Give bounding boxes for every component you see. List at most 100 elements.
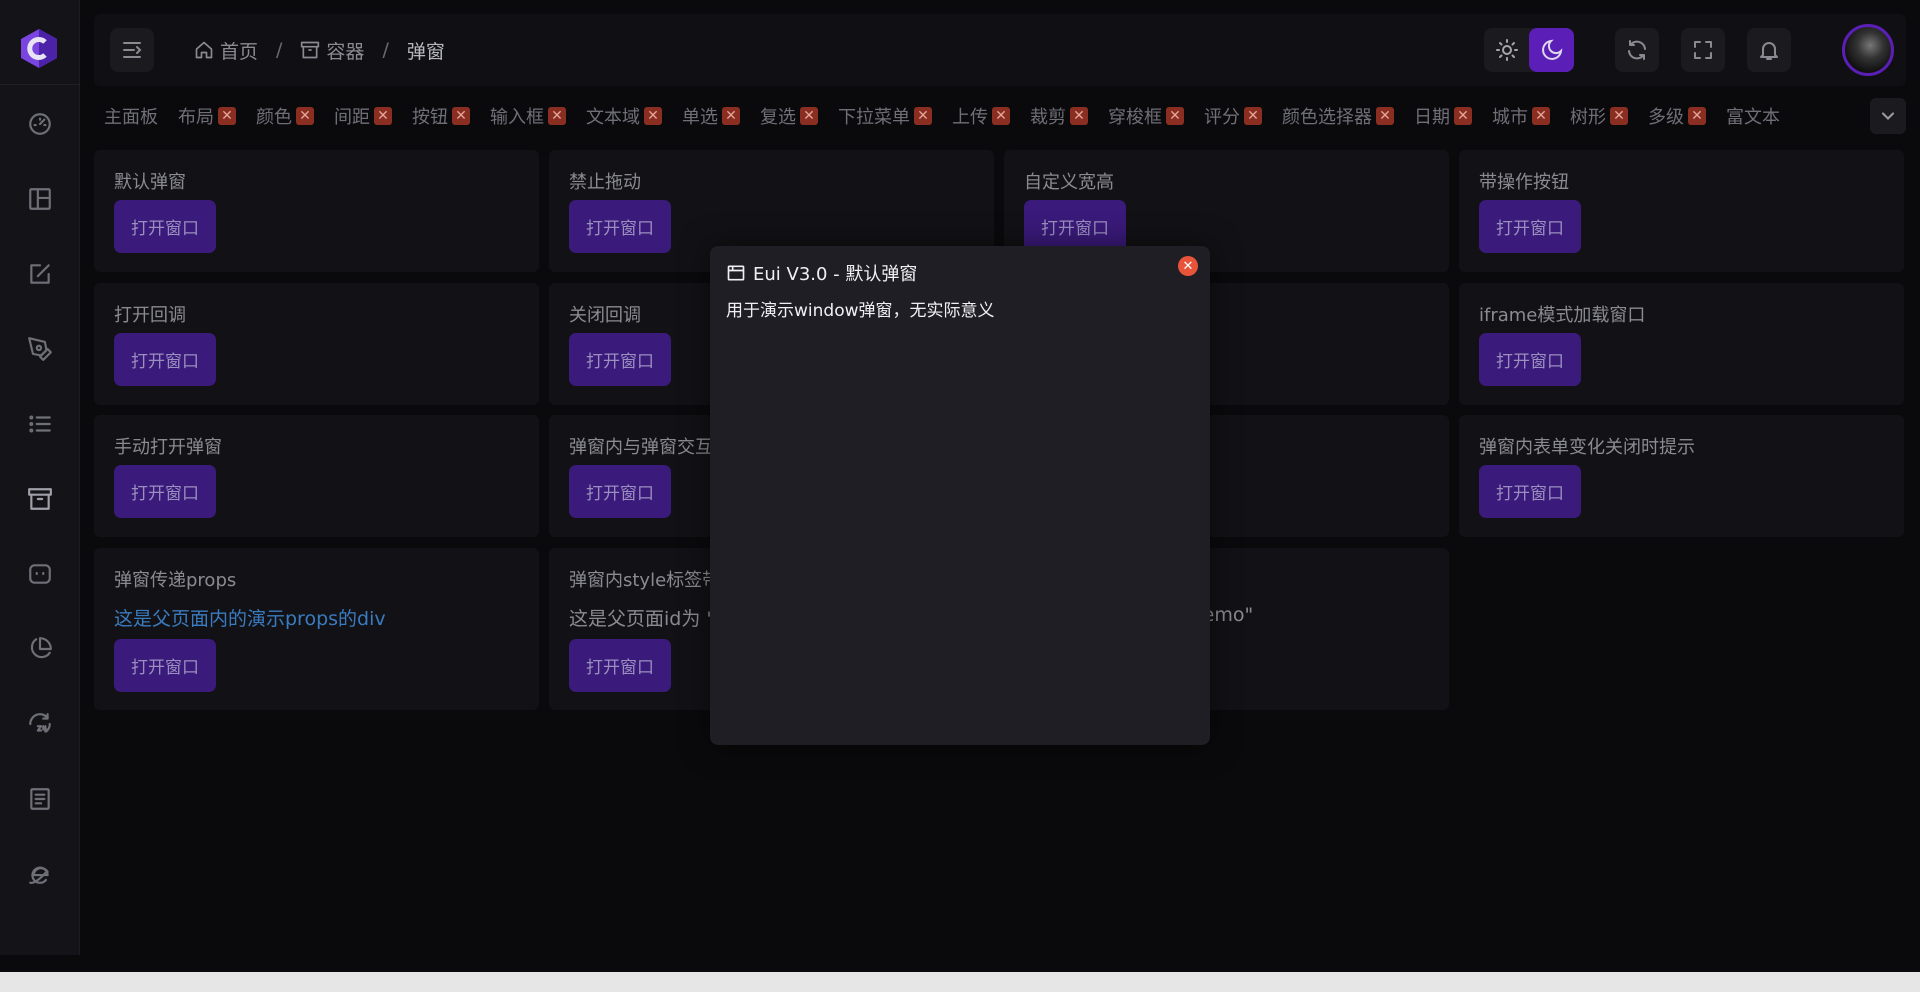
app-logo[interactable] <box>18 27 60 69</box>
open-window-button[interactable]: 打开窗口 <box>569 200 671 253</box>
dark-theme-button[interactable] <box>1529 28 1574 72</box>
tab-tree[interactable]: 树形 ✕ <box>1560 96 1638 136</box>
fullscreen-button[interactable] <box>1681 28 1725 72</box>
tab-date[interactable]: 日期 ✕ <box>1404 96 1482 136</box>
theme-toggle[interactable] <box>1484 28 1574 72</box>
page-tabs: 主面板 布局 ✕ 颜色 ✕ 间距 ✕ 按钮 ✕ 输入框 ✕ 文本域 ✕ 单选 ✕ 复选 ✕ 下拉… <box>94 96 1906 136</box>
sidebar-divider <box>0 84 80 85</box>
modal-close-button[interactable]: ✕ <box>1178 256 1198 276</box>
tab-close-icon[interactable]: ✕ <box>1166 107 1184 125</box>
ie-browser-icon[interactable] <box>26 860 54 888</box>
tab-upload[interactable]: 上传 ✕ <box>942 96 1020 136</box>
tab-close-icon[interactable]: ✕ <box>452 107 470 125</box>
open-window-button[interactable]: 打开窗口 <box>114 639 216 692</box>
card-title: 关闭回调 <box>569 305 641 326</box>
open-window-button[interactable]: 打开窗口 <box>569 333 671 386</box>
archive-icon[interactable] <box>26 485 54 513</box>
tab-close-icon[interactable]: ✕ <box>296 107 314 125</box>
tab-city[interactable]: 城市 ✕ <box>1482 96 1560 136</box>
chevron-down-icon <box>1881 112 1895 120</box>
breadcrumb-current: 弹窗 <box>407 37 445 64</box>
sidebar-collapse-button[interactable] <box>110 28 154 72</box>
tab-button[interactable]: 按钮 ✕ <box>402 96 480 136</box>
fullscreen-icon <box>1694 41 1712 59</box>
tab-cascader[interactable]: 多级 ✕ <box>1638 96 1716 136</box>
open-window-button[interactable]: 打开窗口 <box>114 465 216 518</box>
card-manual-open: 手动打开弹窗 打开窗口 <box>94 415 539 537</box>
tab-close-icon[interactable]: ✕ <box>800 107 818 125</box>
open-window-button[interactable]: 打开窗口 <box>114 200 216 253</box>
pen-tool-icon[interactable] <box>26 335 54 363</box>
tab-label: 复选 <box>760 107 796 128</box>
pie-chart-icon[interactable] <box>26 635 54 663</box>
tab-close-icon[interactable]: ✕ <box>722 107 740 125</box>
card-title: 弹窗内style标签带 <box>569 570 721 591</box>
sidebar <box>0 0 80 955</box>
tab-close-icon[interactable]: ✕ <box>548 107 566 125</box>
open-window-button[interactable]: 打开窗口 <box>569 639 671 692</box>
tab-input[interactable]: 输入框 ✕ <box>480 96 576 136</box>
open-window-button[interactable]: 打开窗口 <box>569 465 671 518</box>
tab-close-icon[interactable]: ✕ <box>644 107 662 125</box>
tab-label: 主面板 <box>104 107 158 128</box>
tab-rate[interactable]: 评分 ✕ <box>1194 96 1272 136</box>
tab-close-icon[interactable]: ✕ <box>1532 107 1550 125</box>
tab-dropdown[interactable]: 下拉菜单 ✕ <box>828 96 942 136</box>
tabs-more-button[interactable] <box>1870 98 1906 134</box>
card-pass-props: 弹窗传递props 这是父页面内的演示props的div 打开窗口 <box>94 548 539 710</box>
open-window-button[interactable]: 打开窗口 <box>1479 333 1581 386</box>
style-demo-text: 这是父页面id为 "c <box>569 608 726 630</box>
tab-close-icon[interactable]: ✕ <box>1454 107 1472 125</box>
tab-label: 富文本 <box>1726 107 1780 128</box>
tab-close-icon[interactable]: ✕ <box>1244 107 1262 125</box>
tab-checkbox[interactable]: 复选 ✕ <box>750 96 828 136</box>
notifications-button[interactable] <box>1747 28 1791 72</box>
card-title: 打开回调 <box>114 305 186 326</box>
tab-textarea[interactable]: 文本域 ✕ <box>576 96 672 136</box>
tab-close-icon[interactable]: ✕ <box>914 107 932 125</box>
breadcrumb-container[interactable]: 容器 <box>300 37 364 64</box>
tab-close-icon[interactable]: ✕ <box>1376 107 1394 125</box>
tab-color-picker[interactable]: 颜色选择器 ✕ <box>1272 96 1404 136</box>
tab-close-icon[interactable]: ✕ <box>1070 107 1088 125</box>
dashboard-icon[interactable] <box>26 110 54 138</box>
refresh-icon <box>1628 40 1646 60</box>
light-theme-button[interactable] <box>1484 28 1529 72</box>
open-window-button[interactable]: 打开窗口 <box>1479 465 1581 518</box>
tab-dashboard[interactable]: 主面板 <box>94 96 168 136</box>
user-avatar[interactable] <box>1842 24 1894 76</box>
refresh-button[interactable] <box>1615 28 1659 72</box>
history-24-icon[interactable] <box>26 710 54 738</box>
open-window-button[interactable]: 打开窗口 <box>1479 200 1581 253</box>
layout-icon[interactable] <box>26 185 54 213</box>
tab-rich-text[interactable]: 富文本 <box>1716 96 1790 136</box>
tab-close-icon[interactable]: ✕ <box>1688 107 1706 125</box>
list-icon[interactable] <box>26 410 54 438</box>
form-edit-icon[interactable] <box>26 260 54 288</box>
open-window-button[interactable]: 打开窗口 <box>114 333 216 386</box>
breadcrumb-home[interactable]: 首页 <box>194 37 258 64</box>
tab-transfer[interactable]: 穿梭框 ✕ <box>1098 96 1194 136</box>
tab-layout[interactable]: 布局 ✕ <box>168 96 246 136</box>
tab-label: 单选 <box>682 107 718 128</box>
tab-close-icon[interactable]: ✕ <box>374 107 392 125</box>
chat-bot-icon[interactable] <box>26 560 54 588</box>
document-icon[interactable] <box>26 785 54 813</box>
card-title: 弹窗传递props <box>114 570 237 591</box>
tab-label: 颜色选择器 <box>1282 107 1372 128</box>
horizontal-scrollbar[interactable] <box>0 972 1920 992</box>
tab-spacing[interactable]: 间距 ✕ <box>324 96 402 136</box>
tab-close-icon[interactable]: ✕ <box>218 107 236 125</box>
modal-header[interactable]: Eui V3.0 - 默认弹窗 <box>726 260 917 286</box>
tab-crop[interactable]: 裁剪 ✕ <box>1020 96 1098 136</box>
tab-color[interactable]: 颜色 ✕ <box>246 96 324 136</box>
tab-close-icon[interactable]: ✕ <box>1610 107 1628 125</box>
default-modal-window[interactable]: Eui V3.0 - 默认弹窗 ✕ 用于演示window弹窗，无实际意义 <box>710 246 1210 745</box>
card-title: 弹窗内与弹窗交互 <box>569 437 713 458</box>
tab-label: 按钮 <box>412 107 448 128</box>
top-header: 首页 / 容器 / 弹窗 <box>94 14 1906 86</box>
tab-radio[interactable]: 单选 ✕ <box>672 96 750 136</box>
tab-label: 上传 <box>952 107 988 128</box>
breadcrumb-separator: / <box>382 39 389 61</box>
tab-close-icon[interactable]: ✕ <box>992 107 1010 125</box>
